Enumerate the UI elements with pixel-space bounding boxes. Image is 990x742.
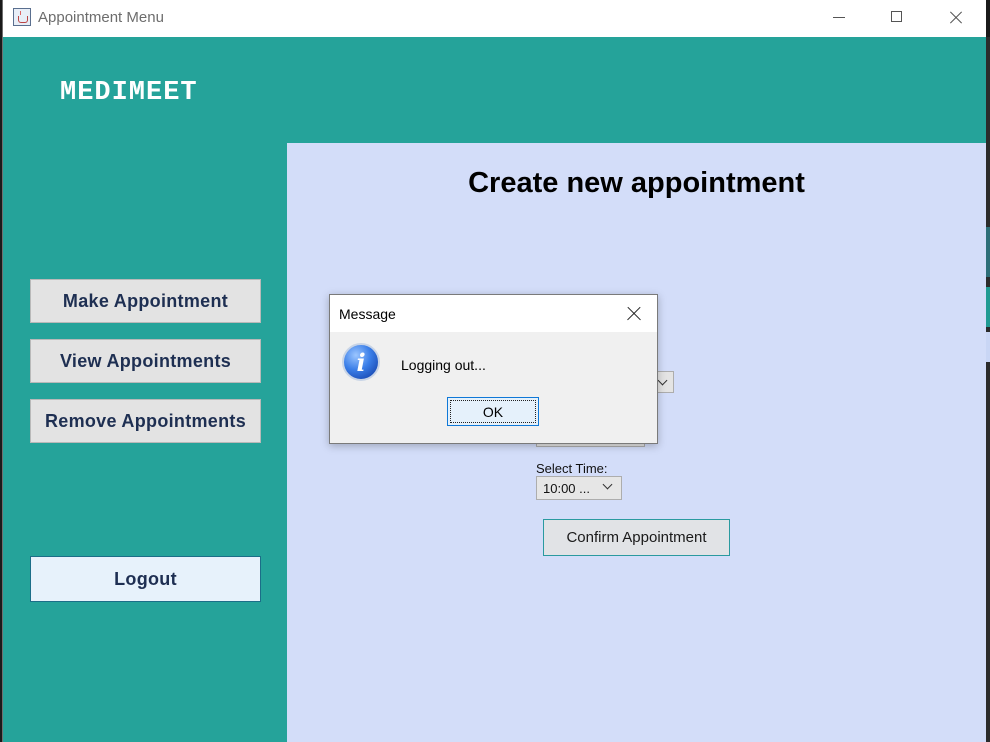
maximize-icon[interactable] (867, 0, 925, 37)
dialog-message: Logging out... (401, 357, 486, 373)
time-select-value: 10:00 ... (543, 481, 590, 496)
confirm-appointment-button[interactable]: Confirm Appointment (543, 519, 730, 556)
page-title: Create new appointment (468, 167, 805, 199)
java-app-icon (13, 8, 31, 26)
minimize-icon[interactable] (809, 0, 867, 37)
window-title: Appointment Menu (38, 9, 164, 26)
dialog-title-bar[interactable]: Message (330, 295, 657, 332)
close-icon[interactable] (620, 303, 650, 325)
dialog-title: Message (339, 306, 396, 322)
brand-logo-text: MEDIMEET (60, 78, 198, 108)
ok-button[interactable]: OK (447, 397, 539, 426)
title-bar[interactable]: Appointment Menu (3, 0, 986, 37)
view-appointments-button[interactable]: View Appointments (30, 339, 261, 383)
time-select[interactable]: 10:00 ... (536, 476, 622, 500)
logout-button[interactable]: Logout (30, 556, 261, 602)
chevron-down-icon (604, 481, 612, 489)
ok-button-label: OK (482, 403, 504, 420)
time-label: Select Time: (536, 461, 608, 476)
make-appointment-button[interactable]: Make Appointment (30, 279, 261, 323)
close-icon[interactable] (926, 0, 984, 37)
message-dialog: Message i Logging out... OK (329, 294, 658, 444)
remove-appointments-button[interactable]: Remove Appointments (30, 399, 261, 443)
information-icon: i (342, 343, 380, 381)
